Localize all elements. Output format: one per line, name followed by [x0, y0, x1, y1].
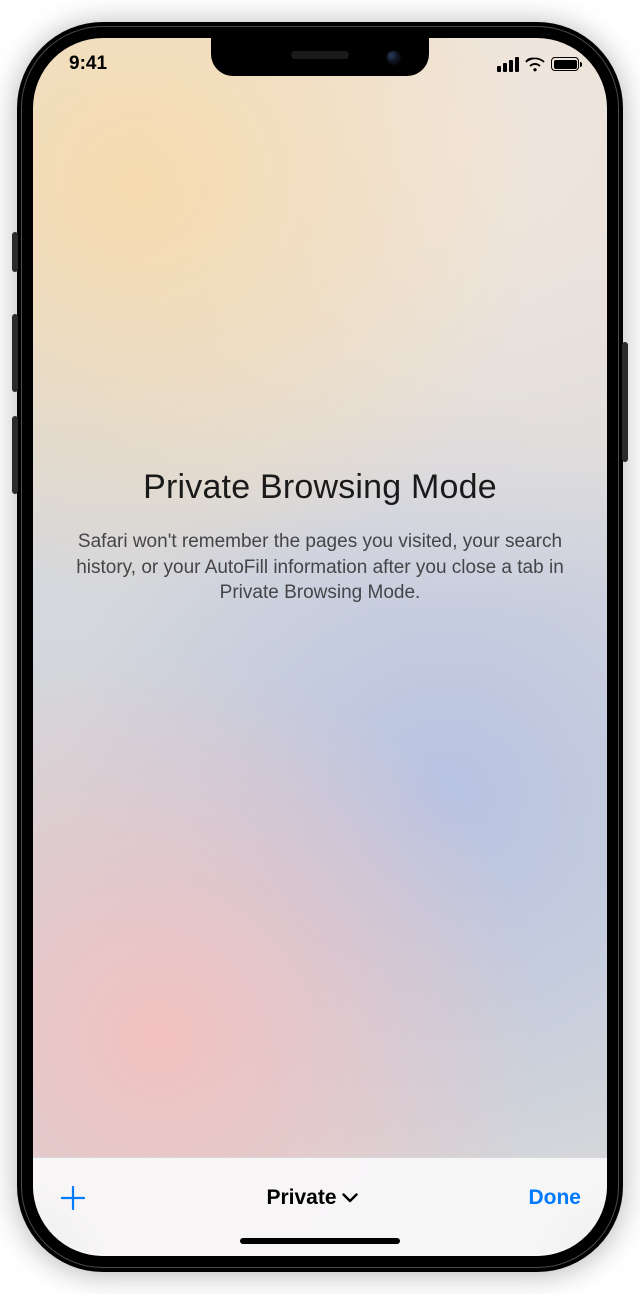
- new-tab-button[interactable]: [59, 1184, 103, 1212]
- volume-up-button: [12, 314, 18, 392]
- screen: 9:41 Private Browsing Mode Safari won't …: [33, 38, 607, 1256]
- status-indicators: [469, 57, 579, 72]
- battery-icon: [551, 57, 579, 71]
- device-frame: 9:41 Private Browsing Mode Safari won't …: [17, 22, 623, 1272]
- cellular-signal-icon: [497, 57, 519, 72]
- tab-group-label: Private: [266, 1186, 336, 1210]
- wifi-icon: [525, 57, 545, 72]
- main-content: Private Browsing Mode Safari won't remem…: [33, 90, 607, 1157]
- page-description: Safari won't remember the pages you visi…: [71, 529, 569, 606]
- power-button: [622, 342, 628, 462]
- status-time: 9:41: [69, 53, 169, 75]
- volume-down-button: [12, 416, 18, 494]
- bottom-toolbar: Private Done: [33, 1157, 607, 1256]
- home-indicator[interactable]: [240, 1238, 400, 1244]
- notch: [211, 38, 429, 76]
- front-camera: [386, 50, 401, 65]
- page-title: Private Browsing Mode: [143, 468, 497, 507]
- speaker-grille: [291, 51, 349, 59]
- tab-group-selector[interactable]: Private: [266, 1186, 357, 1210]
- silent-switch: [12, 232, 18, 272]
- plus-icon: [59, 1184, 87, 1212]
- chevron-down-icon: [342, 1193, 358, 1203]
- done-button[interactable]: Done: [521, 1186, 581, 1210]
